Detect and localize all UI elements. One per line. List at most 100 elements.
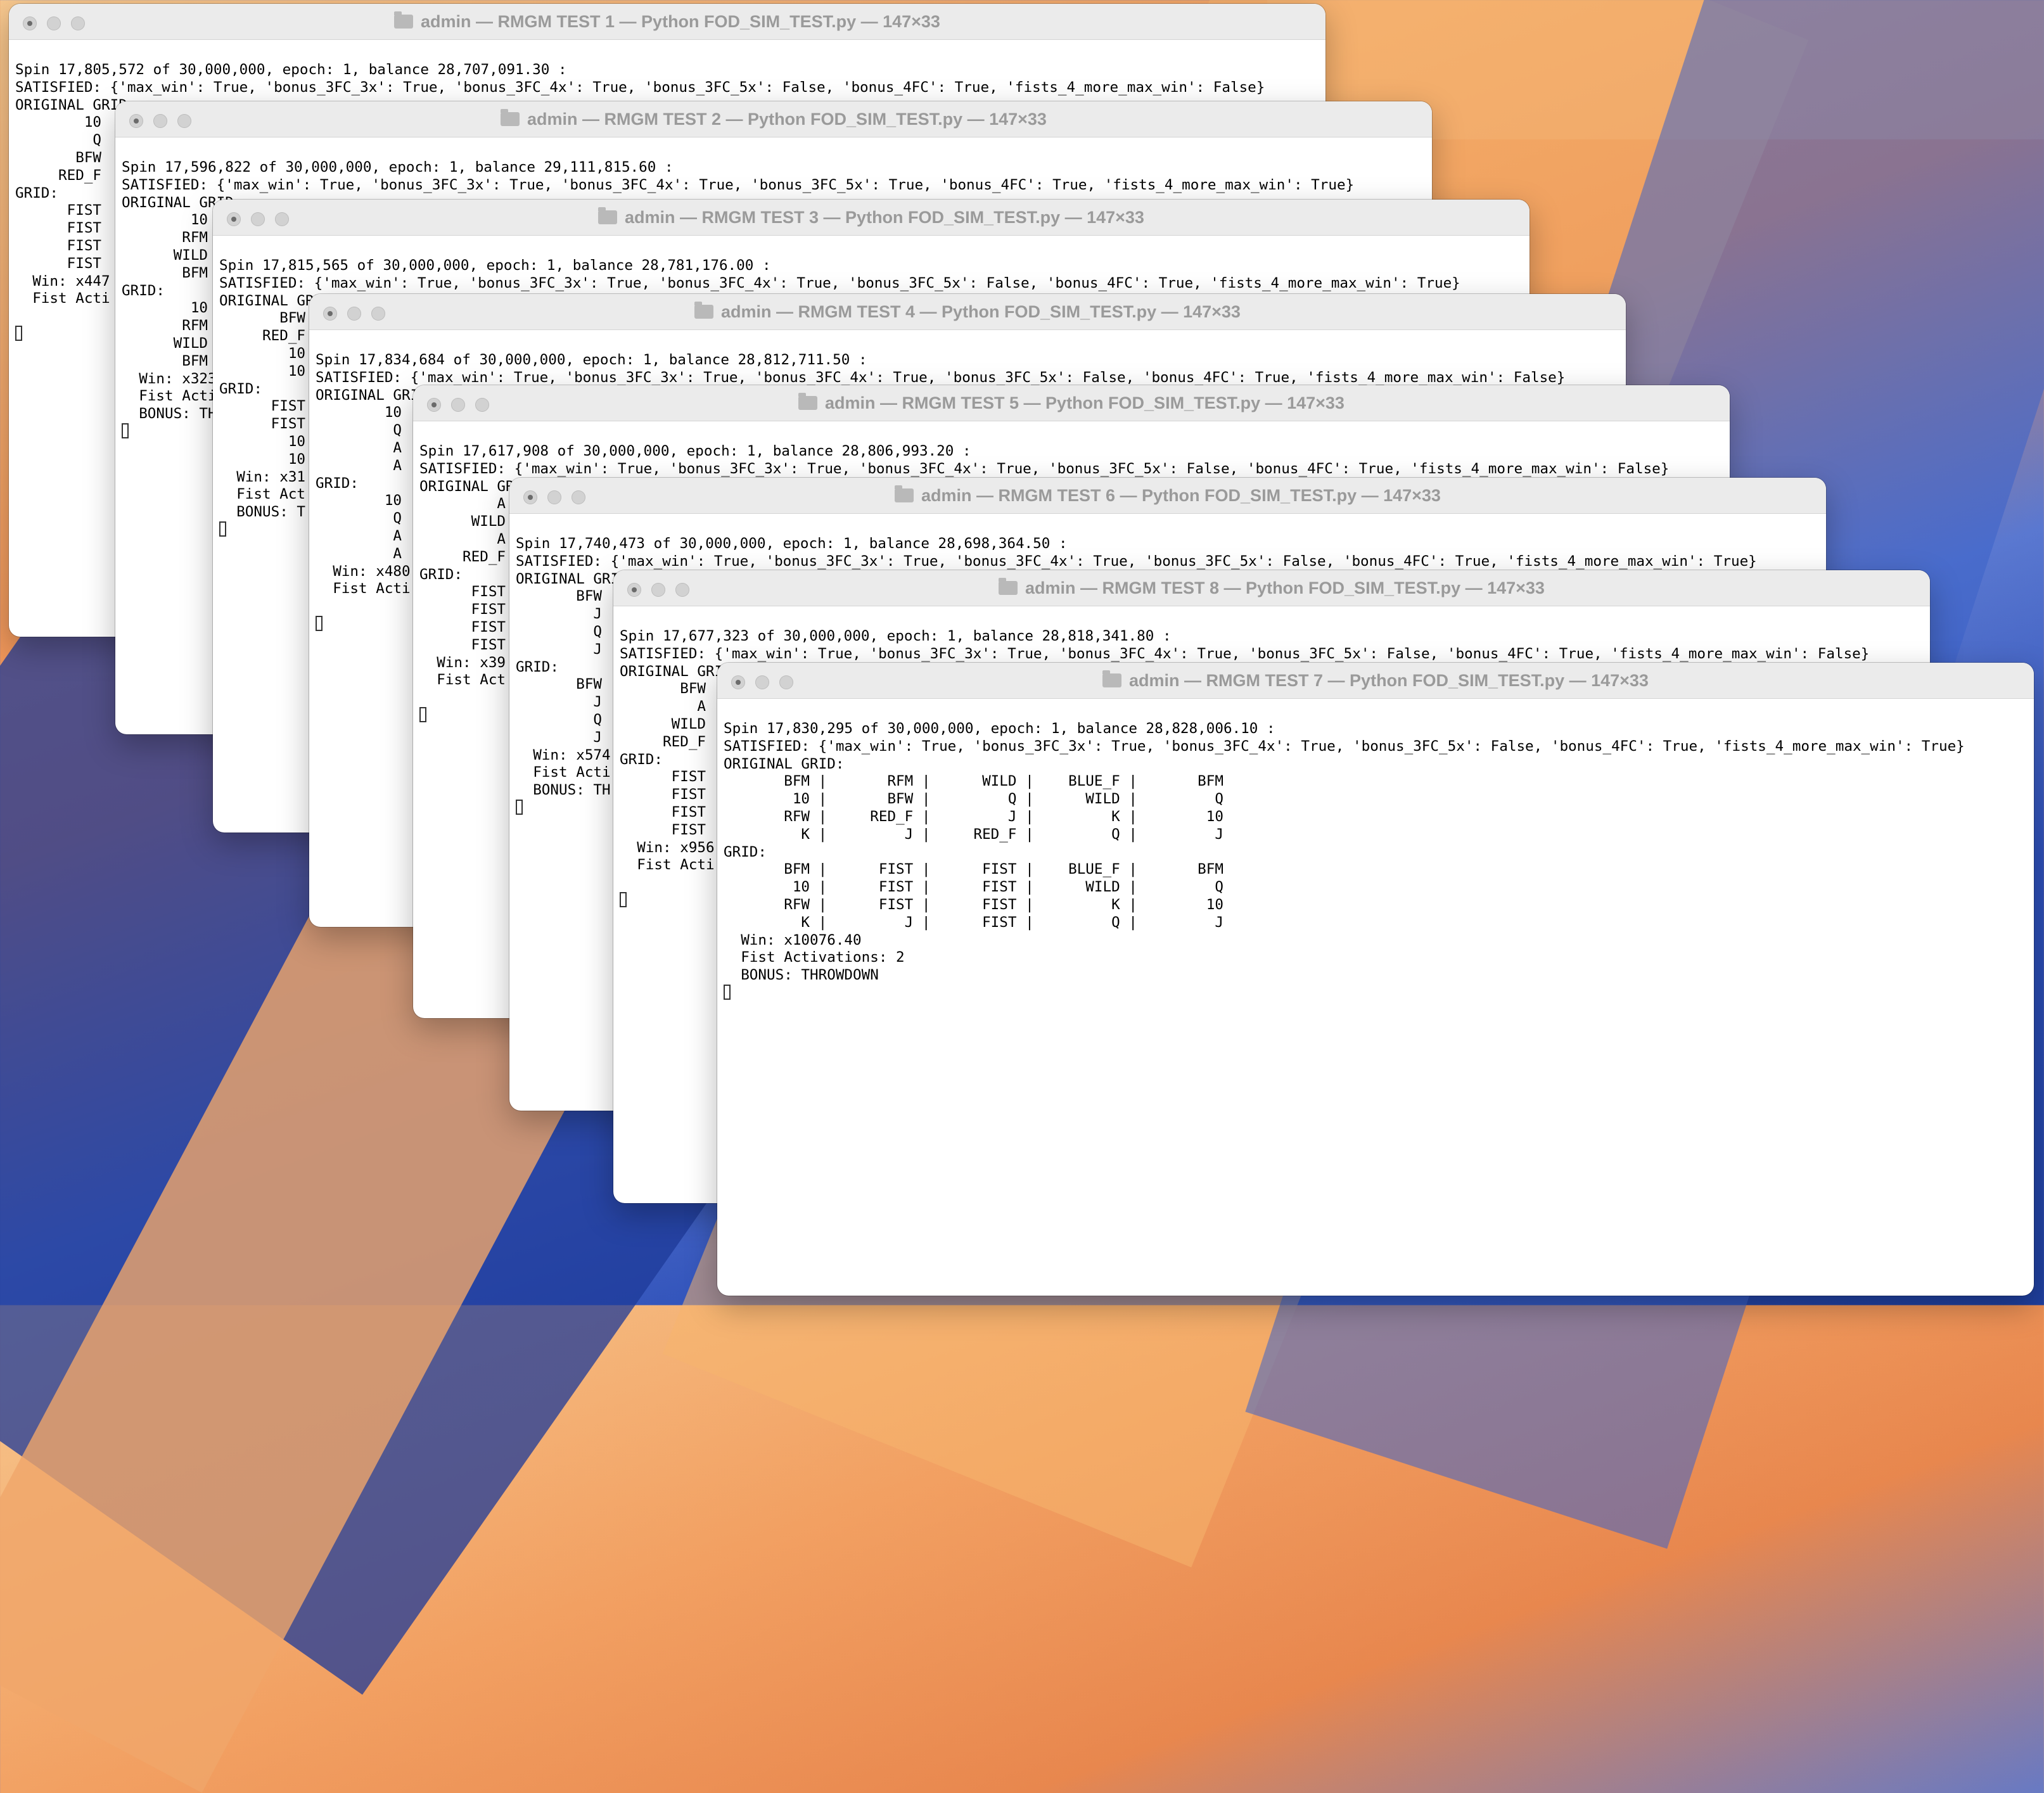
terminal-line: A <box>620 698 706 715</box>
close-button[interactable] <box>23 16 37 30</box>
terminal-line: BONUS: TH <box>516 782 611 799</box>
terminal-line: GRID: <box>219 380 263 397</box>
terminal-cursor <box>122 423 129 438</box>
terminal-line: BONUS: T <box>219 504 306 521</box>
window-title-text: admin — RMGM TEST 1 — Python FOD_SIM_TES… <box>421 11 940 31</box>
traffic-lights <box>731 675 793 689</box>
terminal-line: Win: x39 <box>419 654 506 671</box>
minimize-button[interactable] <box>547 490 561 504</box>
window-title-text: admin — RMGM TEST 8 — Python FOD_SIM_TES… <box>1025 578 1545 597</box>
terminal-line: RFM <box>122 317 208 335</box>
window-title-text: admin — RMGM TEST 3 — Python FOD_SIM_TES… <box>625 207 1144 227</box>
close-button[interactable] <box>627 583 641 597</box>
window-titlebar[interactable]: admin — RMGM TEST 7 — Python FOD_SIM_TES… <box>717 663 2034 699</box>
terminal-output[interactable]: Spin 17,830,295 of 30,000,000, epoch: 1,… <box>717 699 2034 1002</box>
terminal-line: BFW <box>15 149 102 166</box>
window-title: admin — RMGM TEST 6 — Python FOD_SIM_TES… <box>895 485 1441 506</box>
terminal-line: Win: x480 <box>316 563 411 580</box>
terminal-line: GRID: <box>516 658 559 675</box>
zoom-button[interactable] <box>475 398 489 412</box>
zoom-button[interactable] <box>779 675 793 689</box>
terminal-line: 10 | BFW | Q | WILD | Q <box>724 791 1223 808</box>
terminal-line: FIST <box>419 636 506 653</box>
terminal-line: Spin 17,740,473 of 30,000,000, epoch: 1,… <box>516 535 1068 552</box>
terminal-line: WILD <box>122 335 208 352</box>
window-titlebar[interactable]: admin — RMGM TEST 8 — Python FOD_SIM_TES… <box>613 570 1930 606</box>
terminal-line: RFW | FIST | FIST | K | 10 <box>724 896 1223 913</box>
window-title-text: admin — RMGM TEST 7 — Python FOD_SIM_TES… <box>1129 670 1649 690</box>
zoom-button[interactable] <box>275 212 289 226</box>
terminal-cursor <box>316 615 323 631</box>
window-title: admin — RMGM TEST 2 — Python FOD_SIM_TES… <box>501 109 1047 129</box>
window-titlebar[interactable]: admin — RMGM TEST 4 — Python FOD_SIM_TES… <box>309 294 1626 330</box>
terminal-line: SATISFIED: {'max_win': True, 'bonus_3FC_… <box>219 274 1460 291</box>
minimize-button[interactable] <box>47 16 61 30</box>
window-title-text: admin — RMGM TEST 4 — Python FOD_SIM_TES… <box>721 302 1241 321</box>
window-titlebar[interactable]: admin — RMGM TEST 5 — Python FOD_SIM_TES… <box>413 385 1730 421</box>
terminal-cursor <box>219 521 226 537</box>
minimize-button[interactable] <box>451 398 465 412</box>
terminal-line: A <box>316 457 402 474</box>
terminal-line: RFM <box>122 229 208 246</box>
terminal-line: A <box>316 527 402 544</box>
terminal-cursor <box>724 984 731 1000</box>
close-button[interactable] <box>227 212 241 226</box>
terminal-line: SATISFIED: {'max_win': True, 'bonus_3FC_… <box>122 176 1355 193</box>
terminal-line: Fist Activations: 2 <box>724 949 905 966</box>
terminal-line: ORIGINAL GRID: <box>724 755 845 772</box>
terminal-window-test-7[interactable]: admin — RMGM TEST 7 — Python FOD_SIM_TES… <box>717 663 2034 1296</box>
zoom-button[interactable] <box>177 114 191 128</box>
window-title-text: admin — RMGM TEST 2 — Python FOD_SIM_TES… <box>527 109 1047 129</box>
minimize-button[interactable] <box>251 212 265 226</box>
traffic-lights <box>627 583 689 597</box>
terminal-line: GRID: <box>15 184 59 201</box>
minimize-button[interactable] <box>755 675 769 689</box>
terminal-line: GRID: <box>724 843 767 860</box>
terminal-line: Spin 17,830,295 of 30,000,000, epoch: 1,… <box>724 720 1275 737</box>
terminal-line: 10 <box>219 345 306 362</box>
terminal-line: RED_F <box>219 328 306 345</box>
terminal-line: FIST <box>620 769 706 786</box>
terminal-line: A <box>316 545 402 562</box>
close-button[interactable] <box>523 490 537 504</box>
window-titlebar[interactable]: admin — RMGM TEST 1 — Python FOD_SIM_TES… <box>9 4 1325 40</box>
terminal-line: Fist Acti <box>15 290 110 307</box>
terminal-line: Q <box>316 510 402 527</box>
terminal-line: RED_F <box>419 548 506 565</box>
close-button[interactable] <box>323 307 337 321</box>
terminal-line: RED_F <box>620 733 706 750</box>
close-button[interactable] <box>731 675 745 689</box>
zoom-button[interactable] <box>572 490 585 504</box>
folder-icon <box>694 302 714 319</box>
zoom-button[interactable] <box>71 16 85 30</box>
terminal-line: Win: x956 <box>620 839 715 856</box>
terminal-line: Q <box>516 711 603 728</box>
traffic-lights <box>227 212 289 226</box>
terminal-line: GRID: <box>419 566 463 583</box>
terminal-line: 10 <box>122 300 208 317</box>
terminal-line: Q <box>516 623 603 640</box>
minimize-button[interactable] <box>153 114 167 128</box>
window-titlebar[interactable]: admin — RMGM TEST 3 — Python FOD_SIM_TES… <box>213 200 1530 236</box>
terminal-line: A <box>316 439 402 456</box>
close-button[interactable] <box>129 114 143 128</box>
folder-icon <box>501 109 520 126</box>
terminal-line: FIST <box>15 255 102 272</box>
terminal-line: FIST <box>620 803 706 820</box>
terminal-line: 10 <box>15 114 102 131</box>
terminal-line: Spin 17,677,323 of 30,000,000, epoch: 1,… <box>620 628 1172 644</box>
terminal-line: BFW <box>620 680 706 698</box>
zoom-button[interactable] <box>371 307 385 321</box>
terminal-line: Win: x10076.40 <box>724 931 862 948</box>
close-button[interactable] <box>427 398 441 412</box>
minimize-button[interactable] <box>651 583 665 597</box>
terminal-line: J <box>516 729 603 746</box>
zoom-button[interactable] <box>675 583 689 597</box>
window-titlebar[interactable]: admin — RMGM TEST 2 — Python FOD_SIM_TES… <box>115 101 1432 137</box>
terminal-line: WILD <box>122 246 208 264</box>
minimize-button[interactable] <box>347 307 361 321</box>
terminal-line: Fist Act <box>219 486 306 503</box>
window-titlebar[interactable]: admin — RMGM TEST 6 — Python FOD_SIM_TES… <box>509 478 1826 514</box>
terminal-line: GRID: <box>316 475 359 492</box>
terminal-line: BFW <box>219 310 306 327</box>
